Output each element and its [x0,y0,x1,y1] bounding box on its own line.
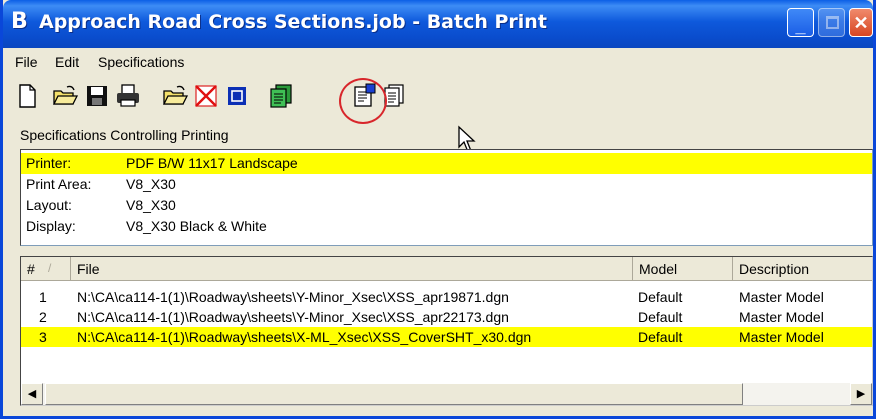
column-header-number[interactable]: # / [21,257,71,281]
list-header: # / File Model Description [21,257,872,281]
column-header-description-label: Description [739,261,810,277]
new-icon[interactable] [13,82,41,110]
window-title: Approach Road Cross Sections.job - Batch… [39,11,547,33]
menu-specifications[interactable]: Specifications [98,54,184,70]
close-button[interactable]: ✕ [849,8,873,37]
specifications-label: Specifications Controlling Printing [20,127,229,143]
row-file: N:\CA\ca114-1(1)\Roadway\sheets\Y-Minor_… [77,309,509,325]
spec-row-display[interactable]: Display: V8_X30 Black & White [21,216,872,237]
spec-row-printer[interactable]: Printer: PDF B/W 11x17 Landscape [21,153,872,174]
scroll-left-button[interactable]: ◀ [21,383,43,405]
highlight-circle [339,78,387,124]
sort-indicator-icon: / [48,261,52,275]
column-header-number-label: # [27,261,35,277]
menu-specifications-label: Specifications [98,54,185,70]
spec-row-print-area[interactable]: Print Area: V8_X30 [21,174,872,195]
column-header-model-label: Model [639,261,678,277]
bentley-b-icon: B [11,9,28,34]
spec-key: Display: [26,218,76,234]
select-icon[interactable] [223,82,251,110]
add-specification-icon[interactable] [267,82,295,110]
toolbar [3,78,873,114]
arrow-left-icon: ◀ [27,388,37,400]
column-header-file[interactable]: File [71,257,633,281]
spec-key: Layout: [26,197,72,213]
table-row[interactable]: 2 N:\CA\ca114-1(1)\Roadway\sheets\Y-Mino… [21,307,872,327]
spec-value: V8_X30 Black & White [126,218,267,234]
row-number: 1 [39,289,47,305]
scroll-right-button[interactable]: ▶ [850,383,872,405]
file-list[interactable]: # / File Model Description 1 N:\CA\ca114… [20,256,873,406]
horizontal-scrollbar[interactable]: ◀ ▶ [21,383,872,405]
minimize-icon: _ [795,16,806,36]
row-description: Master Model [739,329,824,345]
open-icon[interactable] [51,82,79,110]
menu-edit[interactable]: Edit [55,54,79,70]
row-model: Default [638,289,683,305]
table-row[interactable]: 3 N:\CA\ca114-1(1)\Roadway\sheets\X-ML_X… [21,327,872,347]
row-file: N:\CA\ca114-1(1)\Roadway\sheets\X-ML_Xse… [77,329,532,345]
minimize-button[interactable]: _ [787,8,814,37]
row-file: N:\CA\ca114-1(1)\Roadway\sheets\Y-Minor_… [77,289,509,305]
spec-value: V8_X30 [126,197,176,213]
row-number: 3 [39,329,47,345]
menu-file[interactable]: File [15,54,38,70]
title-bar[interactable]: B Approach Road Cross Sections.job - Bat… [3,0,873,48]
spec-key: Printer: [26,155,72,171]
menu-file-label: File [15,54,38,70]
spec-row-layout[interactable]: Layout: V8_X30 [21,195,872,216]
column-header-file-label: File [77,261,100,277]
spec-value: V8_X30 [126,176,176,192]
column-header-description[interactable]: Description [733,257,872,281]
open-job-icon[interactable] [161,82,189,110]
table-row[interactable]: 1 N:\CA\ca114-1(1)\Roadway\sheets\Y-Mino… [21,287,872,307]
delete-icon[interactable] [192,82,220,110]
spec-key: Print Area: [26,176,92,192]
row-description: Master Model [739,289,824,305]
print-icon[interactable] [114,82,142,110]
scroll-thumb[interactable] [45,383,743,405]
specifications-list[interactable]: Printer: PDF B/W 11x17 Landscape Print A… [20,149,873,246]
row-model: Default [638,329,683,345]
row-model: Default [638,309,683,325]
batch-print-window: B Approach Road Cross Sections.job - Bat… [0,0,876,419]
row-number: 2 [39,309,47,325]
save-icon[interactable] [83,82,111,110]
maximize-button [818,8,845,37]
close-icon: ✕ [853,13,869,33]
maximize-icon [819,9,844,36]
arrow-right-icon: ▶ [856,388,866,400]
column-header-model[interactable]: Model [633,257,733,281]
menu-edit-label: Edit [55,54,80,70]
row-description: Master Model [739,309,824,325]
menu-bar: File Edit Specifications [3,50,873,74]
spec-value: PDF B/W 11x17 Landscape [126,155,298,171]
